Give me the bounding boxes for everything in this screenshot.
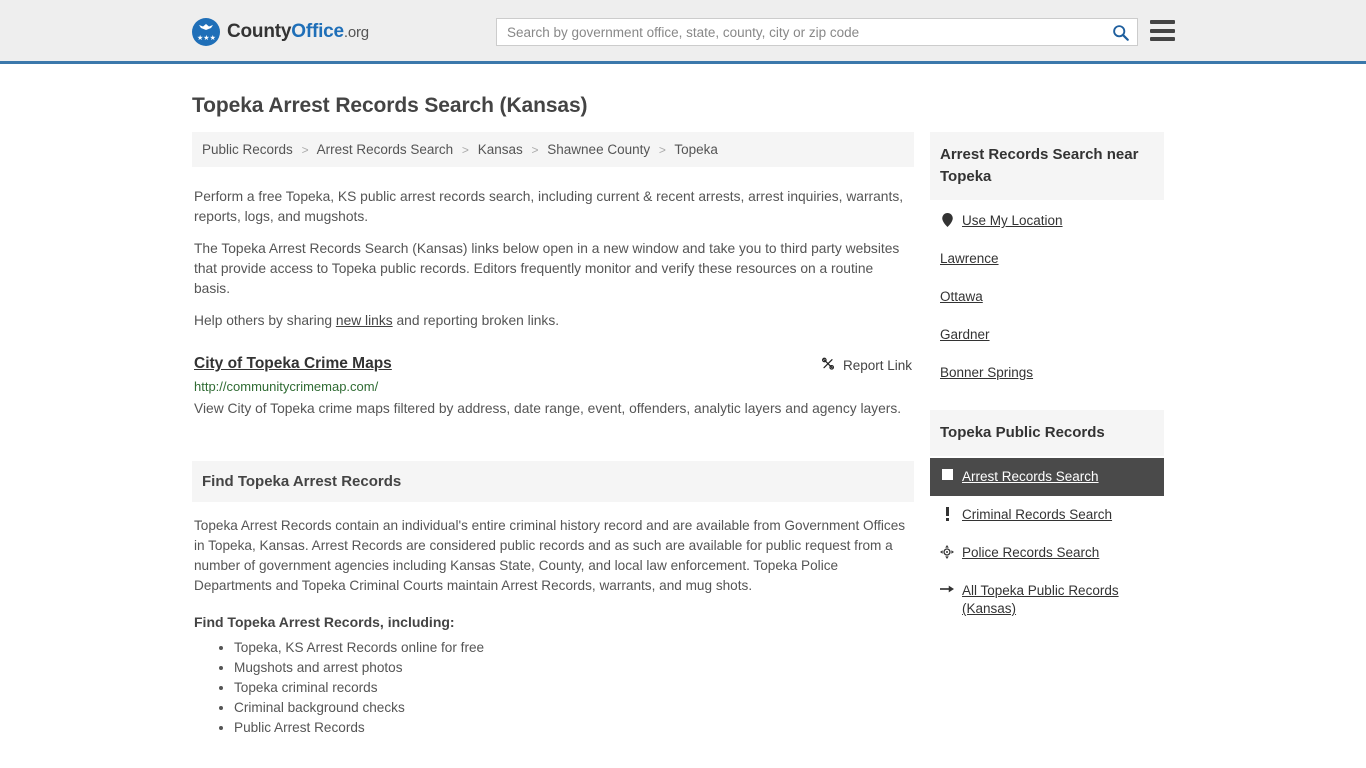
breadcrumb-separator: > (301, 143, 309, 157)
eagle-glyph (199, 24, 213, 30)
arrow-right-icon (940, 582, 954, 595)
find-records-section: Find Topeka Arrest Records Topeka Arrest… (192, 461, 914, 738)
stars-glyph: ★ ★ ★ (197, 35, 216, 42)
new-links-link[interactable]: new links (336, 313, 393, 328)
sidebar-item-gardner[interactable]: Gardner (930, 316, 1164, 354)
content-columns: Public Records > Arrest Records Search >… (192, 132, 1174, 738)
sidebar-link-label[interactable]: Gardner (940, 326, 990, 344)
report-link-button[interactable]: Report Link (820, 355, 912, 373)
sidebar-link-label[interactable]: Police Records Search (962, 544, 1099, 562)
records-bullet-list: Topeka, KS Arrest Records online for fre… (194, 638, 912, 738)
breadcrumb-item-0[interactable]: Public Records (202, 142, 293, 157)
sidebar-link-label[interactable]: Bonner Springs (940, 364, 1033, 382)
sidebar-item-all-public-records[interactable]: All Topeka Public Records (Kansas) (930, 572, 1164, 628)
sidebar-item-use-my-location[interactable]: Use My Location (930, 202, 1164, 240)
page-container: Topeka Arrest Records Search (Kansas) Pu… (0, 64, 1366, 738)
nearby-panel-heading: Arrest Records Search near Topeka (930, 132, 1164, 200)
list-item: Topeka, KS Arrest Records online for fre… (234, 638, 912, 658)
public-records-list: Arrest Records Search Criminal Records S… (930, 456, 1164, 628)
nearby-search-panel: Arrest Records Search near Topeka Use My… (930, 132, 1164, 392)
sidebar-item-criminal-records-search[interactable]: Criminal Records Search (930, 496, 1164, 534)
intro-paragraph-1: Perform a free Topeka, KS public arrest … (194, 189, 904, 224)
hamburger-bar-1 (1150, 20, 1175, 24)
breadcrumb-separator: > (531, 143, 539, 157)
eagle-seal-icon: ★ ★ ★ (192, 18, 220, 46)
result-description: View City of Topeka crime maps filtered … (194, 401, 902, 416)
share-text-before: Help others by sharing (194, 313, 336, 328)
breadcrumb-item-4[interactable]: Topeka (674, 142, 718, 157)
section-paragraph: Topeka Arrest Records contain an individ… (194, 518, 906, 593)
breadcrumb-item-1[interactable]: Arrest Records Search (317, 142, 454, 157)
square-icon (940, 468, 954, 480)
section-sub-heading: Find Topeka Arrest Records, including: (194, 614, 455, 630)
result-url: http://communitycrimemap.com/ (194, 379, 379, 394)
section-body: Topeka Arrest Records contain an individ… (192, 502, 914, 738)
sidebar-item-lawrence[interactable]: Lawrence (930, 240, 1164, 278)
logo-office: Office (291, 21, 344, 42)
sidebar-item-bonner-springs[interactable]: Bonner Springs (930, 354, 1164, 392)
result-header-row: City of Topeka Crime Maps Report Link (194, 355, 912, 373)
exclamation-icon (940, 506, 954, 521)
search-icon (1112, 24, 1129, 41)
result-title-link[interactable]: City of Topeka Crime Maps (194, 355, 392, 373)
sidebar-item-arrest-records-search[interactable]: Arrest Records Search (930, 458, 1164, 496)
list-item: Criminal background checks (234, 698, 912, 718)
search-box[interactable] (496, 18, 1138, 46)
sidebar-link-label[interactable]: Lawrence (940, 250, 999, 268)
public-records-panel: Topeka Public Records Arrest Records Sea… (930, 410, 1164, 628)
list-item: Mugshots and arrest photos (234, 658, 912, 678)
sidebar-link-label[interactable]: Criminal Records Search (962, 506, 1112, 524)
breadcrumb: Public Records > Arrest Records Search >… (192, 132, 914, 167)
breadcrumb-item-3[interactable]: Shawnee County (547, 142, 650, 157)
list-item: Topeka criminal records (234, 678, 912, 698)
search-button[interactable] (1103, 19, 1137, 45)
share-text-after: and reporting broken links. (392, 313, 560, 328)
public-records-panel-heading: Topeka Public Records (930, 410, 1164, 456)
crosshair-icon (940, 544, 954, 559)
sidebar-item-ottawa[interactable]: Ottawa (930, 278, 1164, 316)
breadcrumb-separator: > (658, 143, 666, 157)
page-title: Topeka Arrest Records Search (Kansas) (192, 94, 588, 117)
sidebar-link-label[interactable]: Arrest Records Search (962, 468, 1099, 486)
logo-wordmark: CountyOffice.org (227, 21, 369, 43)
sidebar-link-label[interactable]: All Topeka Public Records (Kansas) (962, 582, 1154, 618)
broken-link-icon (821, 357, 834, 370)
sidebar-item-police-records-search[interactable]: Police Records Search (930, 534, 1164, 572)
list-item: Public Arrest Records (234, 718, 912, 738)
intro-paragraph-2: The Topeka Arrest Records Search (Kansas… (194, 241, 900, 296)
intro-paragraph-3: Help others by sharing new links and rep… (194, 311, 912, 331)
sidebar: Arrest Records Search near Topeka Use My… (930, 132, 1164, 646)
breadcrumb-item-2[interactable]: Kansas (478, 142, 523, 157)
section-heading: Find Topeka Arrest Records (192, 461, 914, 502)
intro-text: Perform a free Topeka, KS public arrest … (192, 167, 914, 331)
nearby-list: Use My Location Lawrence Ottawa Gardner … (930, 200, 1164, 392)
hamburger-bar-2 (1150, 28, 1175, 33)
breadcrumb-separator: > (461, 143, 469, 157)
map-pin-icon (940, 212, 954, 227)
main-column: Public Records > Arrest Records Search >… (192, 132, 914, 738)
site-header: ★ ★ ★ CountyOffice.org (0, 0, 1366, 64)
sidebar-link-label[interactable]: Use My Location (962, 212, 1063, 230)
hamburger-menu-icon[interactable] (1150, 20, 1175, 41)
report-link-label: Report Link (842, 357, 912, 373)
search-input[interactable] (497, 19, 1103, 45)
hamburger-bar-3 (1150, 37, 1175, 41)
result-item: City of Topeka Crime Maps Report Link ht… (192, 343, 914, 421)
logo-county: County (227, 21, 292, 42)
sidebar-link-label[interactable]: Ottawa (940, 288, 983, 306)
logo-tld: .org (343, 24, 369, 41)
site-logo[interactable]: ★ ★ ★ CountyOffice.org (192, 18, 369, 46)
